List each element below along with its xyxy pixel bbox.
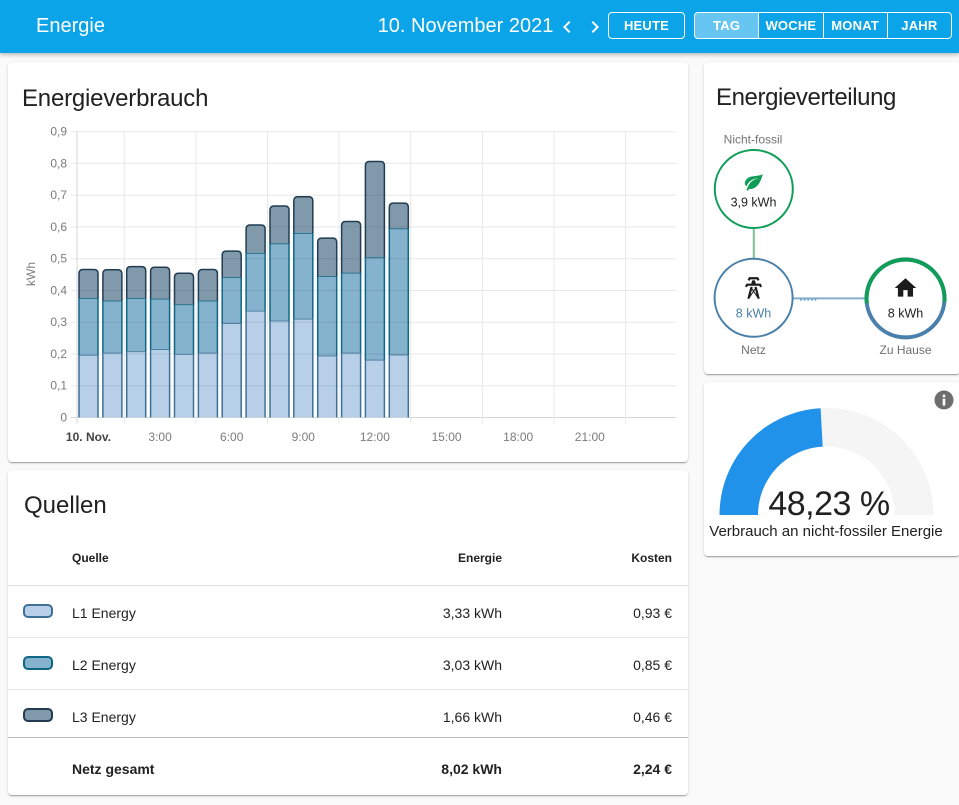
svg-text:8 kWh: 8 kWh (736, 307, 771, 321)
svg-text:Zu Hause: Zu Hause (879, 343, 931, 357)
svg-text:Nicht-fossil: Nicht-fossil (724, 133, 783, 147)
svg-text:21:00: 21:00 (575, 430, 605, 444)
svg-text:15:00: 15:00 (432, 430, 462, 444)
svg-text:6:00: 6:00 (220, 430, 244, 444)
svg-text:8 kWh: 8 kWh (888, 307, 923, 321)
svg-text:10. Nov.: 10. Nov. (66, 430, 111, 444)
svg-text:kWh: kWh (24, 262, 38, 286)
svg-text:Netz: Netz (741, 343, 766, 357)
svg-text:9:00: 9:00 (292, 430, 316, 444)
svg-text:0,3: 0,3 (50, 315, 67, 329)
svg-text:12:00: 12:00 (360, 430, 390, 444)
svg-text:3,9 kWh: 3,9 kWh (731, 196, 777, 210)
svg-text:0,7: 0,7 (50, 188, 67, 202)
svg-text:0,2: 0,2 (50, 347, 67, 361)
svg-text:3:00: 3:00 (148, 430, 172, 444)
svg-text:0,6: 0,6 (50, 220, 67, 234)
svg-text:0,8: 0,8 (50, 156, 67, 170)
svg-text:0,4: 0,4 (50, 284, 67, 298)
svg-text:18:00: 18:00 (503, 430, 533, 444)
svg-text:0,9: 0,9 (50, 125, 67, 139)
svg-text:0,5: 0,5 (50, 252, 67, 266)
svg-text:0,1: 0,1 (50, 379, 67, 393)
svg-text:0: 0 (60, 411, 67, 425)
